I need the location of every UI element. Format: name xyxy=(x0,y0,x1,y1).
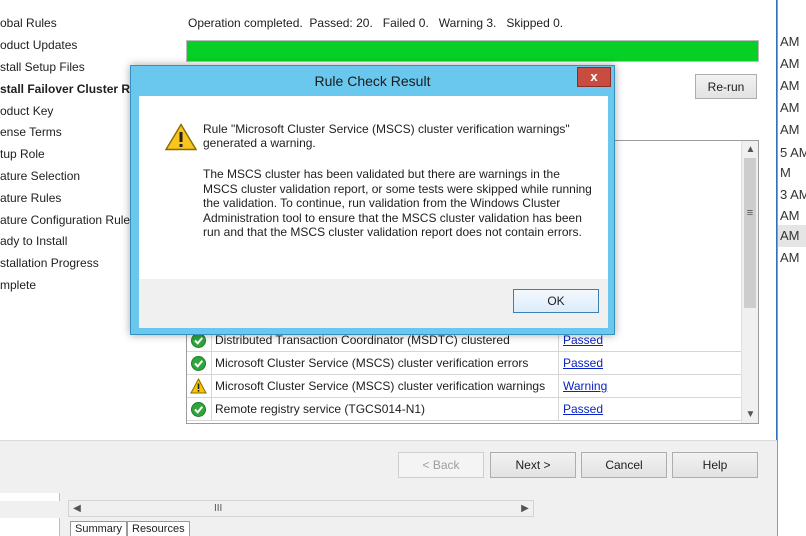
rule-status-cell: Passed xyxy=(560,352,742,375)
background-time-1: AM xyxy=(780,34,800,49)
rule-check-result-dialog: Rule Check Result x Rule "Microsoft Clus… xyxy=(130,65,615,335)
nav-step-global-rules: obal Rules xyxy=(0,16,57,30)
scroll-down-arrow-icon[interactable]: ▼ xyxy=(742,406,758,423)
check-icon xyxy=(191,356,206,371)
background-time-8: 3 AM xyxy=(780,187,806,202)
rule-status-cell: Warning xyxy=(560,375,742,398)
row-status-icon-cell xyxy=(187,398,212,421)
help-button[interactable]: Help xyxy=(672,452,758,478)
ok-button[interactable]: OK xyxy=(513,289,599,313)
nav-step-product-updates: oduct Updates xyxy=(0,38,78,52)
rule-status-link[interactable]: Passed xyxy=(563,356,603,370)
background-window-time-column: AM AM AM AM AM 5 AM M 3 AM AM AM AM xyxy=(777,0,806,536)
rule-status-link[interactable]: Passed xyxy=(563,333,603,347)
cancel-button[interactable]: Cancel xyxy=(581,452,667,478)
rule-status-link[interactable]: Warning xyxy=(563,379,607,393)
scrollbar-thumb[interactable] xyxy=(744,158,756,308)
background-time-9: AM xyxy=(780,208,800,223)
dialog-title: Rule Check Result xyxy=(314,73,431,89)
dialog-message-body: The MSCS cluster has been validated but … xyxy=(203,167,592,240)
rules-table-scrollbar[interactable]: ▲ ≡ ▼ xyxy=(741,141,758,423)
row-status-icon-cell xyxy=(187,352,212,375)
warning-icon xyxy=(165,123,197,151)
background-horizontal-scrollbar[interactable]: ◀ III ▶ xyxy=(68,500,534,517)
background-time-6: 5 AM xyxy=(780,145,806,160)
dialog-message-title: Rule "Microsoft Cluster Service (MSCS) c… xyxy=(203,122,570,150)
warning-icon xyxy=(190,377,207,394)
scrollbar-grip-icon: III xyxy=(214,503,223,514)
background-time-2: AM xyxy=(780,56,800,71)
back-button[interactable]: < Back xyxy=(398,452,484,478)
check-icon xyxy=(191,402,206,417)
table-row[interactable]: Microsoft Cluster Service (MSCS) cluster… xyxy=(187,352,742,375)
tab-summary[interactable]: Summary xyxy=(70,521,128,536)
close-button[interactable]: x xyxy=(577,67,611,87)
progress-bar-fill xyxy=(187,41,758,61)
background-time-7: M xyxy=(780,165,791,180)
background-time-10: AM xyxy=(780,228,800,243)
background-left-scrollbar[interactable] xyxy=(0,501,60,518)
background-window-lower: ◀ III ▶ Summary Resources xyxy=(0,493,777,536)
operation-status-text: Operation completed. Passed: 20. Failed … xyxy=(188,16,564,30)
next-button[interactable]: Next > xyxy=(490,452,576,478)
background-left-panel xyxy=(0,493,60,536)
wizard-footer: < Back Next > Cancel Help xyxy=(0,440,777,493)
background-time-11: AM xyxy=(780,250,800,265)
rule-status-cell: Passed xyxy=(560,398,742,421)
scroll-right-arrow-icon[interactable]: ▶ xyxy=(517,501,533,516)
rule-name: Microsoft Cluster Service (MSCS) cluster… xyxy=(213,375,559,398)
background-time-3: AM xyxy=(780,78,800,93)
rule-name: Microsoft Cluster Service (MSCS) cluster… xyxy=(213,352,559,375)
rule-status-link[interactable]: Passed xyxy=(563,402,603,416)
tab-resources[interactable]: Resources xyxy=(127,521,190,536)
table-row[interactable]: Microsoft Cluster Service (MSCS) cluster… xyxy=(187,375,742,398)
rerun-button[interactable]: Re-run xyxy=(695,74,757,99)
row-status-icon-cell xyxy=(187,375,212,398)
dialog-button-bar: OK xyxy=(139,279,608,328)
scroll-up-arrow-icon[interactable]: ▲ xyxy=(742,141,758,158)
scroll-left-arrow-icon[interactable]: ◀ xyxy=(69,501,85,516)
background-time-5: AM xyxy=(780,122,800,137)
table-row[interactable]: Remote registry service (TGCS014-N1) Pas… xyxy=(187,398,742,421)
dialog-body: Rule "Microsoft Cluster Service (MSCS) c… xyxy=(139,96,608,328)
background-time-4: AM xyxy=(780,100,800,115)
scrollbar-grip-icon: ≡ xyxy=(746,207,754,219)
progress-bar xyxy=(186,40,759,62)
rule-name: Remote registry service (TGCS014-N1) xyxy=(213,398,559,421)
